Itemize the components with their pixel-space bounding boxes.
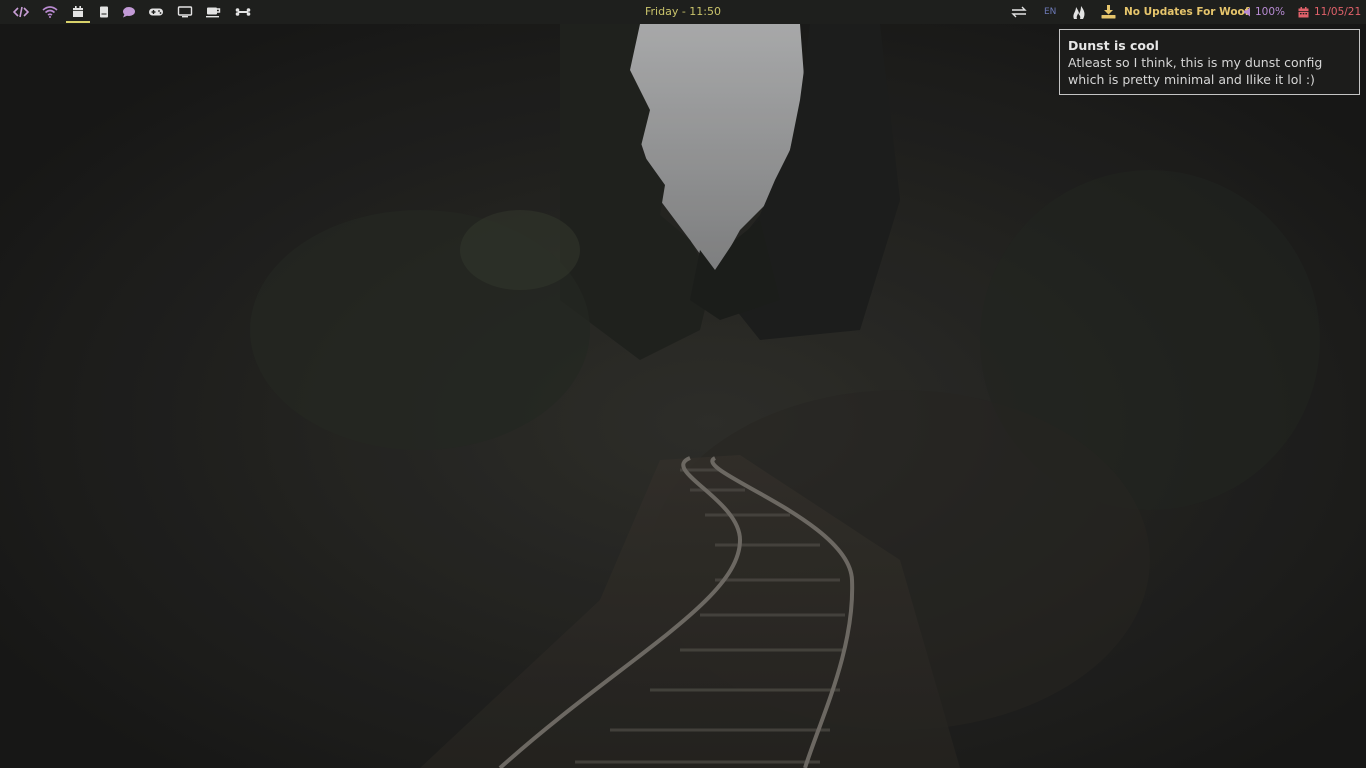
network-module[interactable] (1011, 0, 1027, 24)
flame-module[interactable] (1071, 0, 1087, 24)
updates-module[interactable]: No Updates For Woof (1101, 0, 1249, 24)
volume-level: 100% (1255, 6, 1286, 18)
top-bar: Friday - 11:50 EN No Updates For Woof 10… (0, 0, 1366, 24)
updates-text: No Updates For Woof (1124, 6, 1250, 18)
speaker-icon (1244, 7, 1250, 17)
download-icon (1101, 5, 1116, 19)
calendar-icon (1298, 6, 1309, 17)
keyboard-language[interactable]: EN (1044, 0, 1056, 24)
notification-summary: Dunst is cool (1068, 38, 1159, 53)
notification-popup[interactable]: Dunst is cool Atleast so I think, this i… (1059, 29, 1360, 95)
swap-arrows-icon (1011, 6, 1027, 18)
date-text: 11/05/21 (1314, 6, 1362, 18)
desktop-wallpaper (0, 0, 1366, 768)
flame-icon (1073, 6, 1085, 19)
notification-body-line-1: Atleast so I think, this is my dunst con… (1068, 55, 1323, 70)
notification-body-line-2: which is pretty minimal and Ilike it lol… (1068, 72, 1315, 87)
volume-module[interactable]: 100% (1243, 0, 1285, 24)
active-workspace-indicator (66, 21, 90, 23)
date-module[interactable]: 11/05/21 (1298, 0, 1361, 24)
